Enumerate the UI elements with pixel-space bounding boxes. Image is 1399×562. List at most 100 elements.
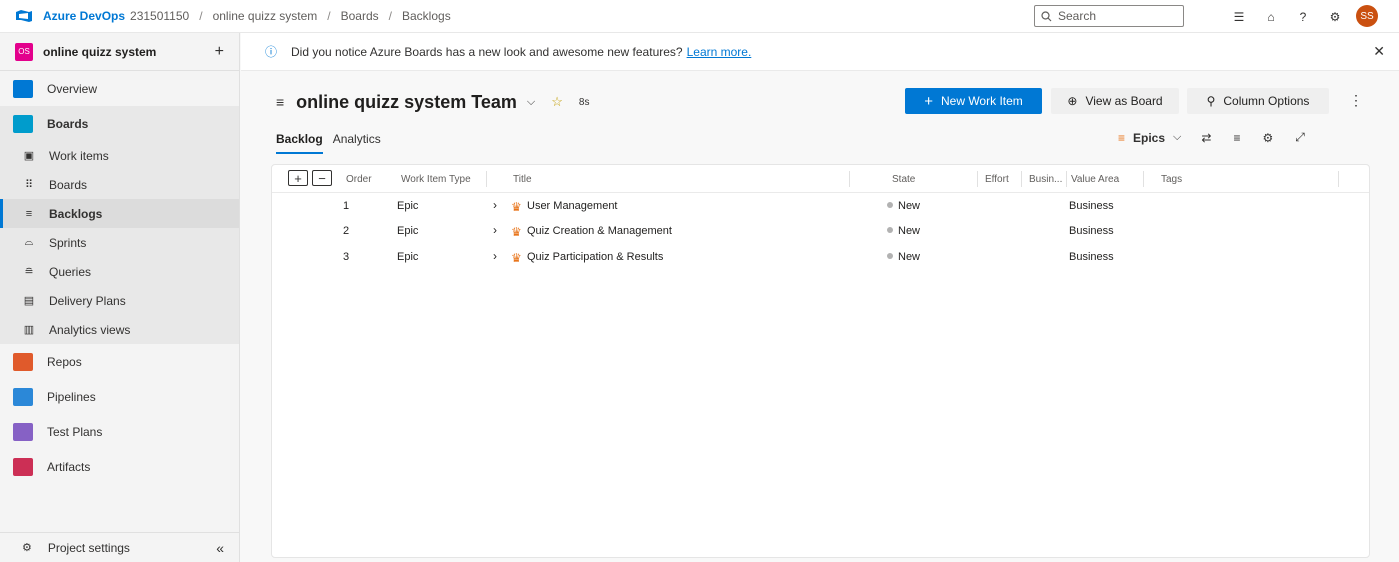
sidebar-item-artifacts[interactable]: Artifacts xyxy=(0,449,239,484)
column-separator[interactable] xyxy=(1021,171,1022,187)
learn-more-link[interactable]: Learn more. xyxy=(687,45,752,59)
banner-text: Did you notice Azure Boards has a new lo… xyxy=(291,44,683,59)
tabs: Backlog Analytics xyxy=(276,132,381,154)
column-separator[interactable] xyxy=(849,171,850,187)
project-name[interactable]: online quizz system xyxy=(43,45,215,59)
team-name[interactable]: online quizz system Team xyxy=(296,92,517,113)
column-header-value-area[interactable]: Value Area xyxy=(1071,174,1119,185)
title-cell[interactable]: Quiz Participation & Results xyxy=(527,251,663,263)
backlog-level-selector[interactable]: Epics xyxy=(1133,131,1165,145)
column-separator[interactable] xyxy=(1143,171,1144,187)
top-bar: Azure DevOps 231501150 / online quizz sy… xyxy=(0,0,1399,33)
chevron-right-icon[interactable]: › xyxy=(493,223,497,237)
column-header-effort[interactable]: Effort xyxy=(985,174,1009,185)
chevron-right-icon[interactable]: › xyxy=(493,249,497,263)
value-area-cell: Business xyxy=(1069,200,1114,212)
search-input[interactable]: Search xyxy=(1034,5,1184,27)
sidebar-item-boards-sub[interactable]: ⠿ Boards xyxy=(0,170,239,199)
column-separator[interactable] xyxy=(486,171,487,187)
view-as-board-button[interactable]: ⊕ View as Board xyxy=(1051,88,1179,114)
sidebar-item-test-plans[interactable]: Test Plans xyxy=(0,414,239,449)
column-separator[interactable] xyxy=(977,171,978,187)
sidebar-item-overview[interactable]: Overview xyxy=(0,71,239,106)
marketplace-bag-icon[interactable]: ⌂ xyxy=(1260,7,1282,27)
work-items-icon: ▣ xyxy=(23,150,35,162)
sidebar-item-label: Work items xyxy=(49,148,109,163)
breadcrumb-page[interactable]: Backlogs xyxy=(402,9,451,23)
delivery-plans-icon: ▤ xyxy=(23,295,35,307)
table-row[interactable]: 2 Epic › ♛ Quiz Creation & Management Ne… xyxy=(272,219,1369,244)
backlog-icon: ≡ xyxy=(25,207,33,220)
settings-gear-icon[interactable]: ⚙ xyxy=(1262,131,1273,145)
title-cell[interactable]: User Management xyxy=(527,200,618,212)
new-work-item-button[interactable]: + New Work Item xyxy=(905,88,1042,114)
column-header-tags[interactable]: Tags xyxy=(1161,174,1182,185)
fullscreen-icon[interactable]: ⤢ xyxy=(1295,130,1305,145)
user-settings-icon[interactable]: ⚙ xyxy=(1324,7,1346,27)
chevron-right-icon[interactable]: › xyxy=(493,198,497,212)
column-header-title[interactable]: Title xyxy=(513,174,532,185)
title-cell[interactable]: Quiz Creation & Management xyxy=(527,225,672,237)
collapse-all-button[interactable]: − xyxy=(312,170,332,186)
expand-all-button[interactable]: + xyxy=(288,170,308,186)
avatar[interactable]: SS xyxy=(1356,5,1378,27)
column-header-order[interactable]: Order xyxy=(346,174,372,185)
column-header-state[interactable]: State xyxy=(892,174,915,185)
more-options-icon[interactable]: ⋮ xyxy=(1349,92,1363,109)
state-cell: New xyxy=(887,251,920,263)
task-list-icon[interactable]: ☰ xyxy=(1228,7,1250,27)
repos-icon xyxy=(13,352,33,371)
tab-backlog[interactable]: Backlog xyxy=(276,132,323,154)
column-header-type[interactable]: Work Item Type xyxy=(401,174,471,185)
sidebar-item-pipelines[interactable]: Pipelines xyxy=(0,379,239,414)
team-members-icon[interactable]: 8s xyxy=(579,97,590,108)
add-icon[interactable]: + xyxy=(215,43,224,61)
sprints-icon: ⌓ xyxy=(24,236,34,248)
type-cell: Epic xyxy=(397,251,419,263)
tab-analytics[interactable]: Analytics xyxy=(333,132,381,154)
breadcrumb-org[interactable]: 231501150 xyxy=(130,9,189,23)
help-icon[interactable]: ? xyxy=(1292,7,1314,27)
epic-crown-icon: ♛ xyxy=(511,225,522,239)
sidebar-item-label: Queries xyxy=(49,264,92,279)
favorite-star-icon[interactable]: ☆ xyxy=(551,94,563,110)
sidebar-item-analytics-views[interactable]: ▥ Analytics views xyxy=(0,315,239,344)
sidebar: OS online quizz system + Overview Boards… xyxy=(0,33,240,562)
value-area-cell: Business xyxy=(1069,251,1114,263)
filter-icon[interactable]: ≡ xyxy=(1233,131,1240,145)
queries-icon: ≘ xyxy=(24,266,34,278)
collapse-sidebar-icon[interactable]: « xyxy=(216,540,224,556)
sidebar-item-queries[interactable]: ≘ Queries xyxy=(0,257,239,286)
sidebar-item-backlogs[interactable]: ≡ Backlogs xyxy=(0,199,239,228)
column-separator[interactable] xyxy=(1066,171,1067,187)
analytics-views-icon: ▥ xyxy=(23,324,35,336)
order-cell: 2 xyxy=(343,225,350,237)
breadcrumb-project[interactable]: online quizz system xyxy=(213,9,318,23)
state-dot-icon xyxy=(887,227,893,233)
table-row[interactable]: 3 Epic › ♛ Quiz Participation & Results … xyxy=(272,245,1369,270)
brand-link[interactable]: Azure DevOps xyxy=(43,9,125,23)
backlog-menu-icon[interactable]: ≡ xyxy=(276,94,284,110)
sidebar-item-work-items[interactable]: ▣ Work items xyxy=(0,141,239,170)
chevron-down-icon[interactable]: ⌵ xyxy=(527,96,535,109)
column-options-button[interactable]: ⚲ Column Options xyxy=(1187,88,1329,114)
azure-devops-logo-icon[interactable] xyxy=(15,9,33,23)
column-separator[interactable] xyxy=(1338,171,1339,187)
close-icon[interactable]: ✕ xyxy=(1373,43,1385,60)
project-header[interactable]: OS online quizz system + xyxy=(0,33,239,71)
info-banner: ⓘ Did you notice Azure Boards has a new … xyxy=(241,33,1399,71)
sidebar-item-sprints[interactable]: ⌓ Sprints xyxy=(0,228,239,257)
view-as-board-label: View as Board xyxy=(1085,94,1163,108)
sidebar-item-boards[interactable]: Boards xyxy=(0,106,239,141)
table-row[interactable]: 1 Epic › ♛ User Management New Business xyxy=(272,194,1369,219)
sidebar-item-repos[interactable]: Repos xyxy=(0,344,239,379)
sidebar-item-label: Boards xyxy=(47,116,89,131)
project-settings[interactable]: ⚙ Project settings « xyxy=(0,532,240,562)
breadcrumb-section[interactable]: Boards xyxy=(341,9,379,23)
view-options-icon[interactable]: ⇄ xyxy=(1201,131,1211,145)
chevron-down-icon[interactable]: ⌵ xyxy=(1173,131,1181,144)
column-header-business-value[interactable]: Busin... xyxy=(1029,174,1062,185)
search-icon xyxy=(1041,10,1052,21)
artifacts-icon xyxy=(13,457,33,476)
sidebar-item-delivery-plans[interactable]: ▤ Delivery Plans xyxy=(0,286,239,315)
